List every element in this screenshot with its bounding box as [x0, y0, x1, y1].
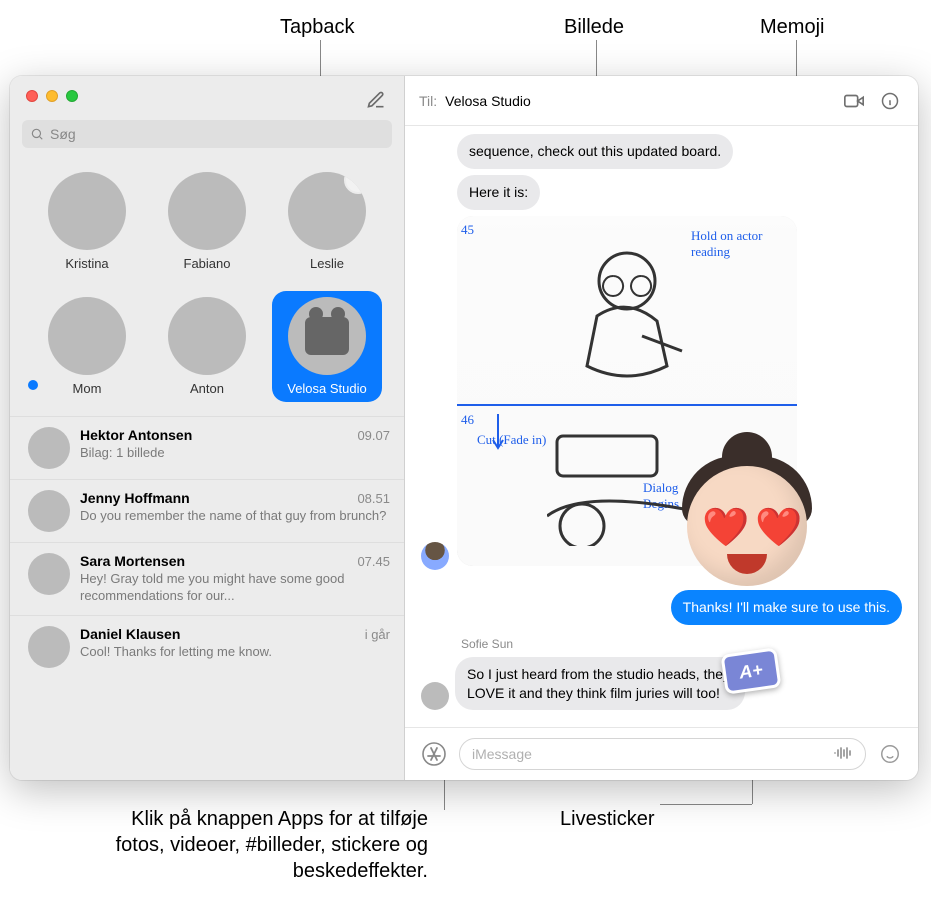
sticker-text: A+ [738, 659, 764, 683]
pinned-label: Leslie [310, 256, 344, 271]
callout-line [660, 804, 752, 805]
conversation-name: Sara Mortensen [80, 553, 185, 569]
message-incoming: Here it is: [457, 175, 540, 210]
conversation-row[interactable]: Hektor Antonsen 09.07 Bilag: 1 billede [10, 416, 404, 479]
callout-livesticker: Livesticker [560, 806, 654, 832]
search-input[interactable]: Søg [22, 120, 392, 148]
conversation-row[interactable]: Jenny Hoffmann 08.51 Do you remember the… [10, 479, 404, 542]
avatar [48, 297, 126, 375]
sidebar: Søg Kristina Fabiano Leslie [10, 76, 405, 780]
pinned-item-leslie[interactable]: Leslie [272, 166, 382, 277]
compose-button[interactable] [362, 86, 390, 114]
appstore-icon [422, 742, 446, 766]
to-name: Velosa Studio [445, 93, 531, 109]
conversation-time: 09.07 [357, 428, 390, 443]
avatar [288, 172, 366, 250]
pinned-label: Kristina [65, 256, 108, 271]
avatar [288, 297, 366, 375]
search-icon [30, 127, 44, 141]
callout-memoji: Memoji [760, 14, 824, 40]
arrow-down-icon [491, 414, 505, 454]
emoji-button[interactable] [876, 740, 904, 768]
minimize-window-button[interactable] [46, 90, 58, 102]
pinned-label: Fabiano [184, 256, 231, 271]
conversation-list: Hektor Antonsen 09.07 Bilag: 1 billede J… [10, 416, 404, 780]
storyboard-figure-icon [517, 236, 717, 396]
sender-name-label: Sofie Sun [461, 637, 902, 651]
callout-tapback: Tapback [280, 14, 355, 40]
conversation-row[interactable]: Sara Mortensen 07.45 Hey! Gray told me y… [10, 542, 404, 615]
window-controls [10, 76, 404, 114]
messages-window: Søg Kristina Fabiano Leslie [10, 76, 918, 780]
callout-line [444, 780, 445, 810]
apps-button[interactable] [419, 739, 449, 769]
info-button[interactable] [876, 87, 904, 115]
conversation-time: i går [365, 627, 390, 642]
audio-record-icon[interactable] [833, 745, 853, 764]
avatar [28, 553, 70, 595]
to-label: Til: [419, 93, 437, 109]
close-window-button[interactable] [26, 90, 38, 102]
pinned-item-kristina[interactable]: Kristina [32, 166, 142, 277]
message-input[interactable]: iMessage [459, 738, 866, 770]
callout-apps: Klik på knappen Apps for at tilføje foto… [88, 806, 428, 884]
pinned-label: Velosa Studio [287, 381, 367, 396]
sender-avatar [421, 682, 449, 710]
pinned-item-anton[interactable]: Anton [152, 291, 262, 402]
conversation-row[interactable]: Daniel Klausen i går Cool! Thanks for le… [10, 615, 404, 678]
compose-bar: iMessage [405, 727, 918, 780]
storyboard-note: Cut (Fade in) [477, 432, 547, 448]
message-thread[interactable]: sequence, check out this updated board. … [405, 126, 918, 727]
storyboard-divider [457, 404, 797, 406]
message-incoming: So I just heard from the studio heads, t… [455, 657, 745, 711]
memoji-sticker[interactable]: ❤️❤️ [667, 426, 827, 586]
conversation-name: Daniel Klausen [80, 626, 180, 642]
message-incoming: sequence, check out this updated board. [457, 134, 733, 169]
conversation-preview: Bilag: 1 billede [80, 445, 390, 462]
pinned-conversations: Kristina Fabiano Leslie Mom [10, 158, 404, 416]
conversation-preview: Do you remember the name of that guy fro… [80, 508, 390, 525]
avatar [168, 297, 246, 375]
projector-icon [305, 317, 349, 355]
pinned-label: Mom [73, 381, 102, 396]
conversation-pane: Til: Velosa Studio sequence, check out t… [405, 76, 918, 780]
callout-billede: Billede [564, 14, 624, 40]
pinned-item-velosa-studio[interactable]: Velosa Studio [272, 291, 382, 402]
facetime-button[interactable] [840, 87, 868, 115]
avatar [28, 626, 70, 668]
avatar [28, 427, 70, 469]
avatar [28, 490, 70, 532]
conversation-time: 07.45 [357, 554, 390, 569]
conversation-preview: Hey! Gray told me you might have some go… [80, 571, 390, 605]
conversation-time: 08.51 [357, 491, 390, 506]
search-placeholder: Søg [50, 126, 76, 142]
tapback-heart-icon [344, 172, 366, 194]
avatar [48, 172, 126, 250]
storyboard-scene-number: 46 [461, 412, 474, 428]
pinned-label: Anton [190, 381, 224, 396]
pinned-item-fabiano[interactable]: Fabiano [152, 166, 262, 277]
message-placeholder: iMessage [472, 746, 532, 762]
conversation-preview: Cool! Thanks for letting me know. [80, 644, 390, 661]
heart-eyes-icon: ❤️❤️ [702, 506, 809, 550]
conversation-name: Jenny Hoffmann [80, 490, 190, 506]
fullscreen-window-button[interactable] [66, 90, 78, 102]
conversation-header: Til: Velosa Studio [405, 76, 918, 126]
message-outgoing: Thanks! I'll make sure to use this. [671, 590, 902, 625]
avatar [168, 172, 246, 250]
pinned-item-mom[interactable]: Mom [32, 291, 142, 402]
unread-indicator-icon [28, 380, 38, 390]
sender-avatar [421, 542, 449, 570]
conversation-name: Hektor Antonsen [80, 427, 192, 443]
storyboard-scene-number: 45 [461, 222, 474, 238]
livesticker-a-plus[interactable]: A+ [720, 647, 781, 694]
